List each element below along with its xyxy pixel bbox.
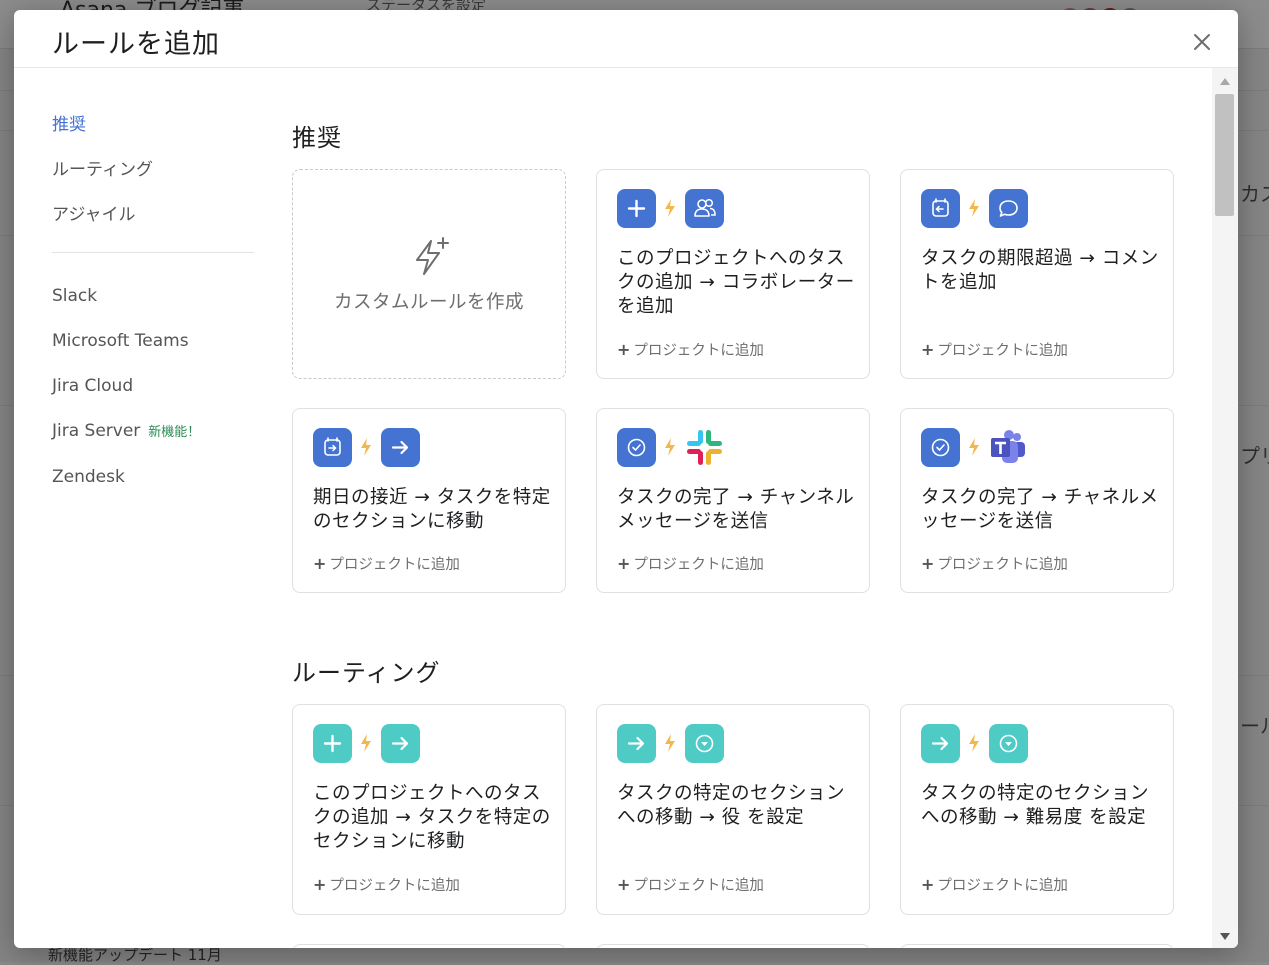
bolt-icon — [665, 734, 675, 752]
rule-card[interactable]: タスクの完了 → チャンネルメッセージを送信 + プロジェクトに追加 — [596, 408, 870, 593]
rule-card[interactable]: 期日の接近 → タスクを特定のセクションに移動 + プロジェクトに追加 — [292, 408, 566, 593]
section-title-recommended: 推奨 — [292, 124, 342, 152]
plus-icon — [617, 189, 656, 228]
rule-card[interactable]: このプロジェクトへのタスクの追加 → コラボレーターを追加 + プロジェクトに追加 — [596, 169, 870, 379]
plus-icon: + — [617, 554, 631, 573]
bolt-icon — [969, 199, 979, 217]
rule-card-text: タスクの特定のセクションへの移動 → 難易度 を設定 — [921, 783, 1150, 828]
plus-icon: + — [617, 875, 631, 894]
add-to-project-link[interactable]: + プロジェクトに追加 — [921, 553, 1068, 574]
new-feature-badge: 新機能！ — [148, 425, 201, 440]
check-circle-icon — [921, 428, 960, 467]
bolt-icon — [969, 438, 979, 456]
calendar-overdue-icon — [921, 189, 960, 228]
rules-content: 推奨 カスタムルールを作成 このプロジェクトへのタスクの追加 → コラボレーター… — [274, 68, 1212, 948]
rule-card-text: このプロジェクトへのタスクの追加 → コラボレーターを追加 — [617, 248, 855, 317]
dropdown-circle-icon — [989, 724, 1028, 763]
sidebar-item-label: Jira Server — [52, 421, 141, 441]
rule-card[interactable]: タスクの特定のセクションへの移動 → 役 を設定 + プロジェクトに追加 — [596, 704, 870, 915]
custom-rule-label: カスタムルールを作成 — [333, 292, 524, 313]
rule-card[interactable] — [900, 944, 1174, 948]
section-title-routing: ルーティング — [292, 659, 441, 687]
scroll-up-arrow-icon[interactable] — [1220, 78, 1230, 85]
add-to-project-link[interactable]: + プロジェクトに追加 — [921, 339, 1068, 360]
rule-card-text: タスクの完了 → チャンネルメッセージを送信 — [617, 487, 855, 532]
sidebar-item-routing[interactable]: ルーティング — [52, 155, 153, 180]
scrollbar-thumb[interactable] — [1215, 94, 1234, 216]
sparkle-bolt-icon — [416, 237, 449, 275]
add-to-project-link[interactable]: + プロジェクトに追加 — [617, 553, 764, 574]
users-icon — [685, 189, 724, 228]
rule-card-text: タスクの特定のセクションへの移動 → 役 を設定 — [617, 783, 846, 828]
add-to-project-link[interactable]: + プロジェクトに追加 — [617, 339, 764, 360]
add-to-project-link[interactable]: + プロジェクトに追加 — [313, 874, 460, 895]
bolt-icon — [361, 438, 371, 456]
plus-icon: + — [921, 875, 935, 894]
rule-card[interactable] — [596, 944, 870, 948]
add-rule-modal: ルールを追加 推奨 ルーティング アジャイル Slack Microsoft T… — [14, 10, 1238, 948]
scrollbar[interactable] — [1212, 68, 1238, 948]
arrow-right-icon — [921, 724, 960, 763]
rule-card[interactable] — [292, 944, 566, 948]
modal-title: ルールを追加 — [52, 29, 220, 60]
rule-category-sidebar: 推奨 ルーティング アジャイル Slack Microsoft Teams Ji… — [14, 68, 274, 948]
rule-card-text: このプロジェクトへのタスクの追加 → タスクを特定のセクションに移動 — [313, 783, 551, 852]
plus-icon: + — [921, 340, 935, 359]
bolt-icon — [361, 734, 371, 752]
rule-card[interactable]: タスクの期限超過 → コメントを追加 + プロジェクトに追加 — [900, 169, 1174, 379]
add-to-project-link[interactable]: + プロジェクトに追加 — [313, 553, 460, 574]
create-custom-rule-card[interactable]: カスタムルールを作成 — [292, 169, 566, 379]
scroll-down-arrow-icon[interactable] — [1220, 933, 1230, 940]
comment-icon — [989, 189, 1028, 228]
add-to-project-link[interactable]: + プロジェクトに追加 — [617, 874, 764, 895]
rule-card[interactable]: タスクの特定のセクションへの移動 → 難易度 を設定 + プロジェクトに追加 — [900, 704, 1174, 915]
rule-card[interactable]: タスクの完了 → チャネルメッセージを送信 + プロジェクトに追加 — [900, 408, 1174, 593]
teams-icon — [989, 428, 1028, 467]
add-to-project-link[interactable]: + プロジェクトに追加 — [921, 874, 1068, 895]
arrow-right-icon — [381, 724, 420, 763]
sidebar-item-jira-cloud[interactable]: Jira Cloud — [52, 376, 133, 396]
plus-icon: + — [617, 340, 631, 359]
dropdown-circle-icon — [685, 724, 724, 763]
slack-icon — [685, 428, 724, 467]
sidebar-item-recommended[interactable]: 推奨 — [52, 110, 86, 135]
check-circle-icon — [617, 428, 656, 467]
sidebar-item-jira-server[interactable]: Jira Server 新機能！ — [52, 421, 200, 441]
rule-card-text: タスクの期限超過 → コメントを追加 — [921, 248, 1159, 293]
calendar-due-icon — [313, 428, 352, 467]
modal-header: ルールを追加 — [14, 10, 1238, 68]
sidebar-item-microsoft-teams[interactable]: Microsoft Teams — [52, 331, 189, 351]
rule-card-text: タスクの完了 → チャネルメッセージを送信 — [921, 487, 1159, 532]
bolt-icon — [665, 438, 675, 456]
plus-icon: + — [921, 554, 935, 573]
close-icon — [1194, 34, 1210, 50]
plus-icon: + — [313, 554, 327, 573]
sidebar-item-slack[interactable]: Slack — [52, 286, 97, 306]
sidebar-item-zendesk[interactable]: Zendesk — [52, 467, 125, 487]
bolt-icon — [665, 199, 675, 217]
bolt-icon — [969, 734, 979, 752]
close-button[interactable] — [1186, 26, 1218, 58]
arrow-right-icon — [381, 428, 420, 467]
sidebar-item-agile[interactable]: アジャイル — [52, 200, 135, 225]
arrow-right-icon — [617, 724, 656, 763]
plus-icon: + — [313, 875, 327, 894]
rule-card[interactable]: このプロジェクトへのタスクの追加 → タスクを特定のセクションに移動 + プロジェ… — [292, 704, 566, 915]
rule-card-text: 期日の接近 → タスクを特定のセクションに移動 — [313, 487, 551, 532]
sidebar-divider — [52, 252, 254, 253]
plus-icon — [313, 724, 352, 763]
